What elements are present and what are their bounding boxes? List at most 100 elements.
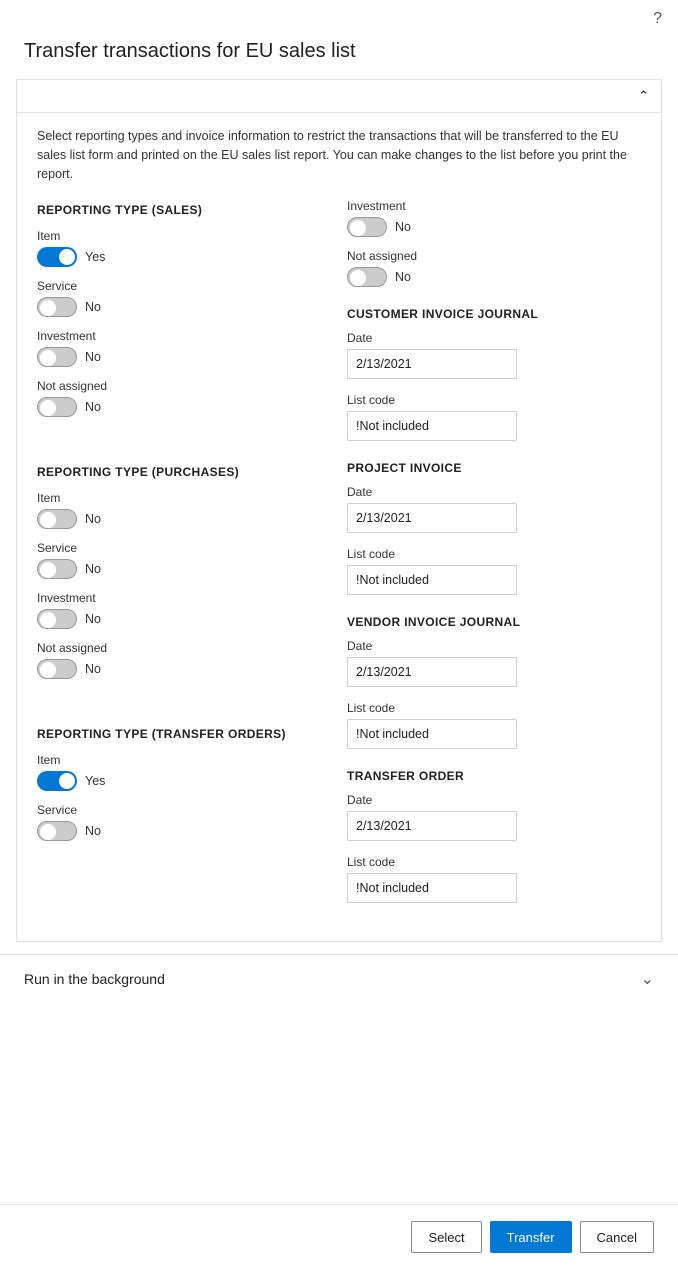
chevron-down-icon: ⌄ (641, 969, 654, 989)
section-body: Select reporting types and invoice infor… (17, 113, 661, 941)
purchases-item-thumb (40, 512, 56, 528)
transfer-service-toggle[interactable] (37, 821, 77, 841)
sales-investment-value: No (85, 350, 101, 364)
cij-date-field: Date (347, 331, 641, 379)
pi-list-code-label: List code (347, 547, 641, 561)
section-description: Select reporting types and invoice infor… (37, 127, 641, 183)
sales-service-toggle[interactable] (37, 297, 77, 317)
purchases-item-value: No (85, 512, 101, 526)
transfer-order-title: TRANSFER ORDER (347, 769, 641, 783)
vendor-invoice-journal-title: VENDOR INVOICE JOURNAL (347, 615, 641, 629)
transfer-item-value: Yes (85, 774, 105, 788)
project-invoice-title: PROJECT INVOICE (347, 461, 641, 475)
to-date-field: Date (347, 793, 641, 841)
right-investment-toggle[interactable] (347, 217, 387, 237)
purchases-not-assigned-value: No (85, 662, 101, 676)
sales-investment-toggle-container: No (37, 347, 327, 367)
sales-not-assigned-toggle-container: No (37, 397, 327, 417)
pi-date-label: Date (347, 485, 641, 499)
purchases-service-value: No (85, 562, 101, 576)
vendor-invoice-journal-section: VENDOR INVOICE JOURNAL Date List code (347, 615, 641, 749)
cij-date-input[interactable] (347, 349, 517, 379)
to-date-input[interactable] (347, 811, 517, 841)
transfer-button[interactable]: Transfer (490, 1221, 572, 1253)
purchases-item-toggle[interactable] (37, 509, 77, 529)
top-bar: ? (0, 0, 678, 32)
customer-invoice-journal-title: CUSTOMER INVOICE JOURNAL (347, 307, 641, 321)
sales-service-label: Service (37, 279, 327, 293)
transfer-service-label: Service (37, 803, 327, 817)
right-investment-toggle-container: No (347, 217, 641, 237)
right-investment-label: Investment (347, 199, 641, 213)
customer-invoice-journal-section: CUSTOMER INVOICE JOURNAL Date List code (347, 307, 641, 441)
vij-date-input[interactable] (347, 657, 517, 687)
sales-not-assigned-label: Not assigned (37, 379, 327, 393)
to-list-code-field: List code (347, 855, 641, 903)
purchases-investment-thumb (40, 612, 56, 628)
transfer-service-toggle-container: No (37, 821, 327, 841)
to-list-code-input[interactable] (347, 873, 517, 903)
purchases-not-assigned-label: Not assigned (37, 641, 327, 655)
right-not-assigned-toggle[interactable] (347, 267, 387, 287)
right-sales-toggles: Investment No Not assigned (347, 199, 641, 287)
reporting-type-transfer-title: REPORTING TYPE (TRANSFER ORDERS) (37, 727, 327, 741)
cij-list-code-field: List code (347, 393, 641, 441)
right-investment-thumb (350, 220, 366, 236)
left-column: REPORTING TYPE (SALES) Item Yes Service (37, 199, 327, 923)
transfer-service-thumb (40, 824, 56, 840)
purchases-not-assigned-thumb (40, 662, 56, 678)
sales-service-value: No (85, 300, 101, 314)
sales-item-toggle[interactable] (37, 247, 77, 267)
collapse-up-icon[interactable]: ⌃ (638, 88, 649, 104)
pi-list-code-input[interactable] (347, 565, 517, 595)
sales-not-assigned-toggle[interactable] (37, 397, 77, 417)
to-date-label: Date (347, 793, 641, 807)
purchases-investment-label: Investment (37, 591, 327, 605)
to-list-code-label: List code (347, 855, 641, 869)
right-not-assigned-thumb (350, 270, 366, 286)
select-button[interactable]: Select (411, 1221, 481, 1253)
purchases-investment-toggle[interactable] (37, 609, 77, 629)
transfer-item-label: Item (37, 753, 327, 767)
section-collapse-header[interactable]: ⌃ (17, 80, 661, 113)
purchases-investment-row: Investment No (37, 591, 327, 629)
purchases-service-thumb (40, 562, 56, 578)
cij-list-code-label: List code (347, 393, 641, 407)
transfer-item-toggle-container: Yes (37, 771, 327, 791)
cancel-button[interactable]: Cancel (580, 1221, 654, 1253)
transfer-service-row: Service No (37, 803, 327, 841)
help-icon[interactable]: ? (653, 10, 662, 28)
cij-date-label: Date (347, 331, 641, 345)
purchases-item-toggle-container: No (37, 509, 327, 529)
run-in-background-label: Run in the background (24, 971, 165, 987)
reporting-type-sales-title: REPORTING TYPE (SALES) (37, 203, 327, 217)
pi-list-code-field: List code (347, 547, 641, 595)
purchases-item-label: Item (37, 491, 327, 505)
sales-investment-toggle[interactable] (37, 347, 77, 367)
sales-service-row: Service No (37, 279, 327, 317)
purchases-service-toggle[interactable] (37, 559, 77, 579)
sales-service-toggle-container: No (37, 297, 327, 317)
sales-item-thumb (59, 249, 75, 265)
run-in-background-row[interactable]: Run in the background ⌄ (0, 954, 678, 1003)
sales-investment-row: Investment No (37, 329, 327, 367)
purchases-service-toggle-container: No (37, 559, 327, 579)
sales-investment-thumb (40, 350, 56, 366)
purchases-investment-toggle-container: No (37, 609, 327, 629)
cij-list-code-input[interactable] (347, 411, 517, 441)
page-title: Transfer transactions for EU sales list (0, 32, 678, 79)
sales-item-row: Item Yes (37, 229, 327, 267)
main-section-card: ⌃ Select reporting types and invoice inf… (16, 79, 662, 942)
vij-list-code-field: List code (347, 701, 641, 749)
purchases-service-label: Service (37, 541, 327, 555)
purchases-not-assigned-toggle[interactable] (37, 659, 77, 679)
vij-list-code-input[interactable] (347, 719, 517, 749)
purchases-item-row: Item No (37, 491, 327, 529)
transfer-item-row: Item Yes (37, 753, 327, 791)
purchases-service-row: Service No (37, 541, 327, 579)
transfer-item-toggle[interactable] (37, 771, 77, 791)
pi-date-input[interactable] (347, 503, 517, 533)
purchases-not-assigned-row: Not assigned No (37, 641, 327, 679)
sales-not-assigned-value: No (85, 400, 101, 414)
purchases-investment-value: No (85, 612, 101, 626)
